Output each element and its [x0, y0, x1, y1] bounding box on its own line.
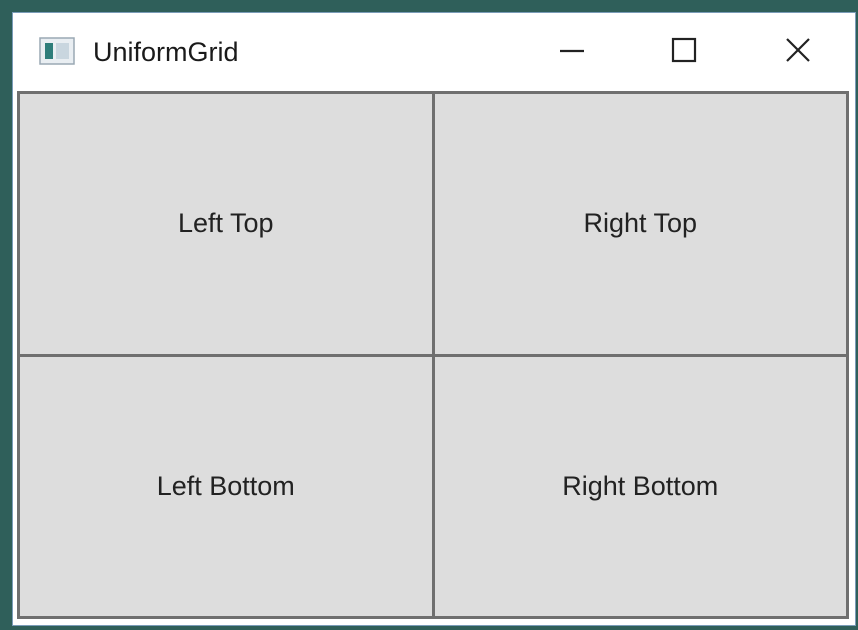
left-bottom-button[interactable]: Left Bottom	[20, 356, 432, 616]
app-window: UniformGrid Left Top Right Top Left Bott…	[12, 12, 856, 626]
maximize-button[interactable]	[649, 23, 719, 81]
close-button[interactable]	[763, 23, 833, 81]
left-bottom-label: Left Bottom	[156, 470, 295, 501]
close-icon	[784, 36, 812, 69]
right-top-label: Right Top	[583, 208, 698, 239]
right-top-button[interactable]: Right Top	[434, 94, 846, 354]
uniform-grid: Left Top Right Top Left Bottom Right Bot…	[17, 91, 849, 619]
minimize-button[interactable]	[537, 23, 607, 81]
right-bottom-button[interactable]: Right Bottom	[434, 356, 846, 616]
title-bar[interactable]: UniformGrid	[13, 13, 855, 91]
window-app-icon	[39, 37, 75, 65]
left-top-button[interactable]: Left Top	[20, 94, 432, 354]
minimize-icon	[558, 36, 586, 69]
maximize-icon	[670, 36, 698, 69]
right-bottom-label: Right Bottom	[562, 470, 719, 501]
window-title: UniformGrid	[93, 37, 239, 67]
left-top-label: Left Top	[177, 208, 274, 239]
